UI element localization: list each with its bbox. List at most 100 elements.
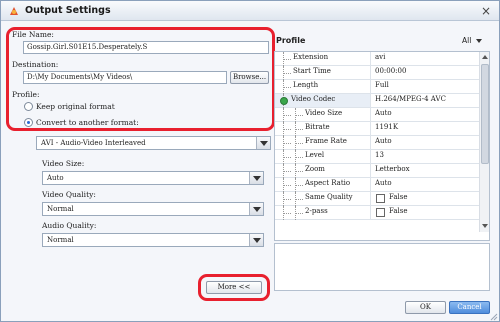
profile-row[interactable]: 2-pass False [275, 206, 489, 220]
profile-row[interactable]: Zoom Letterbox [275, 164, 489, 178]
more-button[interactable]: More << [206, 281, 262, 294]
title-bar: Output Settings × [1, 1, 499, 21]
keep-format-radio[interactable] [24, 102, 33, 111]
chevron-down-icon[interactable] [249, 203, 263, 215]
chevron-down-icon [475, 39, 482, 43]
profile-row[interactable]: Aspect Ratio Auto [275, 178, 489, 192]
profile-row-value: 1191K [375, 123, 399, 131]
window-title: Output Settings [25, 5, 111, 16]
profile-row-value: Auto [375, 137, 392, 145]
profile-row-value: Letterbox [375, 165, 410, 173]
destination-label: Destination: [12, 60, 59, 69]
close-icon[interactable]: × [478, 4, 494, 18]
chevron-down-icon[interactable] [249, 234, 263, 246]
tree-branch-nested [295, 213, 303, 214]
format-select[interactable]: AVI - Audio-Video Interleaved [36, 136, 271, 150]
video-quality-label: Video Quality: [42, 190, 96, 199]
convert-format-radio[interactable] [24, 118, 33, 127]
profile-row-key: Level [305, 151, 325, 159]
tree-branch-nested [295, 143, 303, 144]
profile-row-value: avi [375, 53, 386, 61]
tree-branch [283, 87, 291, 88]
expand-icon[interactable] [280, 97, 288, 105]
browse-button[interactable]: Browse... [230, 71, 269, 84]
cancel-button[interactable]: Cancel [449, 301, 490, 314]
tree-branch [283, 213, 291, 214]
tree-branch-nested [295, 185, 303, 186]
tree-branch-nested [295, 129, 303, 130]
video-quality-select[interactable]: Normal [42, 202, 264, 216]
convert-format-label: Convert to another format: [36, 118, 139, 127]
ok-button[interactable]: OK [405, 301, 446, 314]
tree-branch-nested [295, 199, 303, 200]
profile-row-key: Zoom [305, 165, 325, 173]
profile-row-value: 13 [375, 151, 384, 159]
keep-format-label: Keep original format [36, 102, 115, 111]
scroll-thumb[interactable] [481, 64, 489, 164]
audio-quality-select[interactable]: Normal [42, 233, 264, 247]
profile-row[interactable]: Length Full [275, 80, 489, 94]
tree-branch [283, 73, 291, 74]
scroll-down-icon[interactable] [481, 222, 489, 230]
profile-row[interactable]: Video Codec H.264/MPEG-4 AVC [275, 94, 489, 108]
tree-branch [283, 157, 291, 158]
profile-row[interactable]: Same Quality False [275, 192, 489, 206]
profile-row-value: H.264/MPEG-4 AVC [375, 95, 446, 103]
file-name-input[interactable]: Gossip.Girl.S01E15.Desperately.S [23, 41, 269, 54]
profile-description-box [274, 243, 490, 291]
audio-quality-value: Normal [47, 236, 74, 244]
profile-row-key: Start Time [293, 67, 331, 75]
tree-branch [283, 115, 291, 116]
profile-table: Extension avi Start Time 00:00:00 Length Full… [274, 51, 490, 241]
destination-input[interactable]: D:\My Documents\My Videos\ [23, 71, 227, 84]
tree-branch [283, 129, 291, 130]
profile-row-value: False [389, 193, 408, 201]
checkbox[interactable] [376, 208, 385, 217]
checkbox[interactable] [376, 194, 385, 203]
profile-row-key: Frame Rate [305, 137, 347, 145]
video-size-select[interactable]: Auto [42, 171, 264, 185]
profile-row-key: Aspect Ratio [305, 179, 351, 187]
profile-row-key: Same Quality [305, 193, 353, 201]
profile-row-key: Video Codec [291, 95, 336, 103]
profile-row[interactable]: Extension avi [275, 52, 489, 66]
tree-branch [283, 199, 291, 200]
profile-row-value: Auto [375, 109, 392, 117]
profile-row-key: Length [293, 81, 319, 89]
profile-label: Profile: [12, 90, 40, 99]
chevron-down-icon[interactable] [249, 172, 263, 184]
tree-branch [283, 143, 291, 144]
resize-grip-icon[interactable] [489, 312, 498, 321]
profile-row-key: 2-pass [305, 207, 328, 215]
profile-row[interactable]: Level 13 [275, 150, 489, 164]
profile-filter-value: All [462, 36, 472, 45]
video-size-label: Video Size: [42, 159, 85, 168]
profile-scrollbar[interactable] [479, 52, 489, 232]
profile-row[interactable]: Frame Rate Auto [275, 136, 489, 150]
tree-branch-nested [295, 171, 303, 172]
profile-filter-select[interactable]: All [462, 36, 482, 45]
tree-branch [283, 59, 291, 60]
profile-row-value: False [389, 207, 408, 215]
chevron-down-icon[interactable] [256, 137, 270, 149]
audio-quality-label: Audio Quality: [42, 221, 97, 230]
video-size-value: Auto [47, 174, 64, 182]
scroll-up-icon[interactable] [481, 53, 489, 61]
app-icon [10, 7, 18, 15]
profile-row-value: Auto [375, 179, 392, 187]
profile-row[interactable]: Bitrate 1191K [275, 122, 489, 136]
tree-branch-nested [295, 157, 303, 158]
profile-row-value: 00:00:00 [375, 67, 407, 75]
video-quality-value: Normal [47, 205, 74, 213]
file-name-label: File Name: [12, 30, 54, 39]
profile-row[interactable]: Video Size Auto [275, 108, 489, 122]
profile-row-key: Bitrate [305, 123, 330, 131]
tree-branch-nested [295, 115, 303, 116]
tree-branch [283, 171, 291, 172]
profile-row-value: Full [375, 81, 389, 89]
tree-branch [283, 185, 291, 186]
profile-row[interactable]: Start Time 00:00:00 [275, 66, 489, 80]
profile-row-key: Extension [293, 53, 329, 61]
format-select-value: AVI - Audio-Video Interleaved [41, 139, 146, 147]
profile-row-key: Video Size [305, 109, 343, 117]
